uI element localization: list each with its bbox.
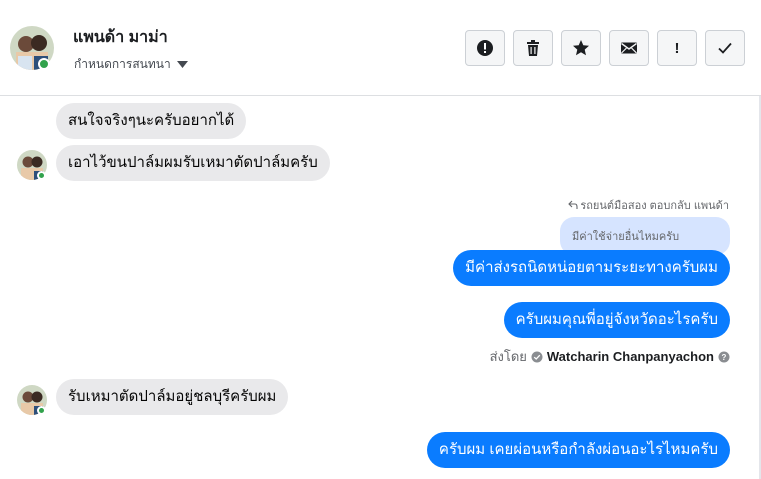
sender-name[interactable]: Watcharin Chanpanyachon — [547, 349, 714, 364]
star-button[interactable] — [561, 30, 601, 66]
message-bubble-outgoing[interactable]: มีค่าส่งรถนิดหน่อยตามระยะทางครับผม — [453, 250, 730, 286]
message-bubble-outgoing[interactable]: ครับผมคุณพี่อยู่จังหวัดอะไรครับ — [503, 302, 730, 338]
follow-up-button[interactable]: ! — [657, 30, 697, 66]
message-bubble-incoming[interactable]: เอาไว้ขนปาล์มผมรับเหมาตัดปาล์มครับ — [56, 145, 330, 181]
online-status-dot — [37, 406, 46, 415]
message-bubble-incoming[interactable]: รับเหมาตัดปาล์มอยู่ชลบุรีครับผม — [56, 379, 289, 415]
assign-conversation-dropdown[interactable]: กำหนดการสนทนา — [74, 55, 188, 74]
assign-label: กำหนดการสนทนา — [74, 57, 171, 71]
trash-icon — [527, 40, 539, 56]
mark-unread-button[interactable] — [609, 30, 649, 66]
verified-check-icon — [531, 351, 543, 362]
exclamation-icon: ! — [674, 39, 680, 57]
svg-text:?: ? — [722, 353, 727, 362]
delete-button[interactable] — [513, 30, 553, 66]
mark-done-button[interactable] — [705, 30, 745, 66]
star-icon — [573, 40, 589, 56]
sent-by-label: ส่งโดย Watcharin Chanpanyachon ? — [490, 346, 730, 367]
reply-context-label: รถยนต์มือสอง ตอบกลับ แพนด้า — [568, 196, 729, 214]
caret-down-icon — [176, 60, 188, 68]
conversation-header: แพนด้า มาม่า กำหนดการสนทนา ! — [0, 0, 761, 96]
message-bubble-outgoing[interactable]: ครับผม เคยผ่อนหรือกำลังผ่อนอะไรไหมครับ — [426, 432, 730, 468]
reply-context-text: รถยนต์มือสอง ตอบกลับ แพนด้า — [580, 200, 729, 212]
reply-arrow-icon — [568, 200, 578, 209]
help-icon[interactable]: ? — [718, 351, 730, 363]
online-status-dot — [38, 58, 50, 70]
message-bubble-incoming[interactable]: สนใจจริงๆนะครับอยากได้ — [56, 103, 247, 139]
conversation-toolbar: ! — [465, 30, 745, 66]
envelope-icon — [621, 42, 637, 54]
check-icon — [718, 42, 732, 54]
sent-by-prefix: ส่งโดย — [489, 349, 527, 364]
contact-name[interactable]: แพนด้า มาม่า — [73, 25, 168, 50]
mark-spam-button[interactable] — [465, 30, 505, 66]
online-status-dot — [37, 171, 46, 180]
alert-circle-icon — [477, 40, 493, 56]
